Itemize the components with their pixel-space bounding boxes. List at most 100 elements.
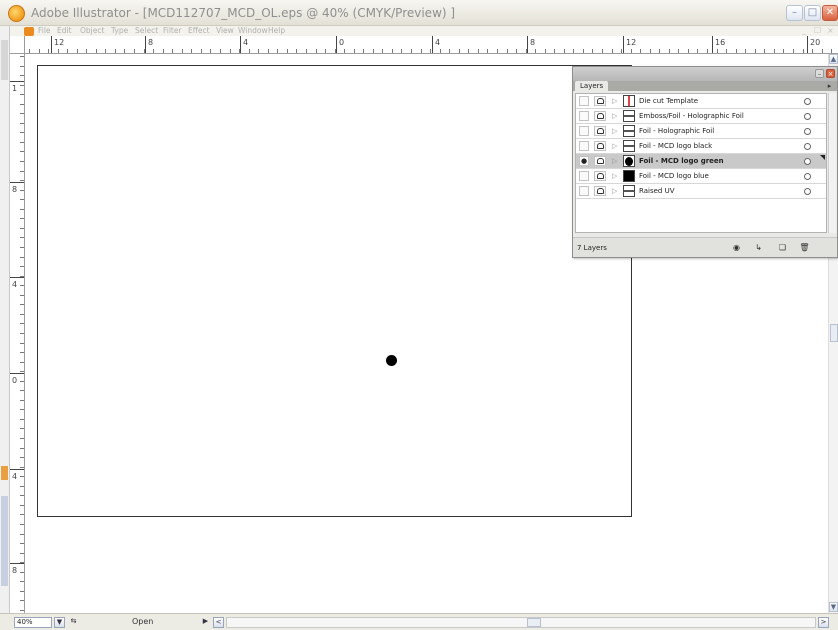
vertical-ruler[interactable]: 1 8 4 0 4 8 bbox=[10, 54, 25, 615]
scroll-left-button[interactable]: < bbox=[213, 617, 224, 628]
scroll-right-button[interactable]: > bbox=[818, 617, 829, 628]
layer-name: Foil - MCD logo green bbox=[639, 157, 724, 165]
artboard[interactable] bbox=[37, 65, 632, 517]
layer-row[interactable]: ▷ Foil - Holographic Foil bbox=[576, 124, 826, 139]
ruler-tick-label: 12 bbox=[626, 38, 637, 47]
visibility-eye-icon[interactable] bbox=[579, 171, 589, 181]
menu-edit[interactable]: Edit bbox=[57, 26, 72, 35]
layer-name: Raised UV bbox=[639, 187, 675, 195]
expand-arrow-icon[interactable]: ▷ bbox=[612, 187, 617, 195]
logo-artwork-dot[interactable] bbox=[386, 355, 397, 366]
lock-icon[interactable] bbox=[594, 171, 606, 181]
lock-icon[interactable] bbox=[594, 126, 606, 136]
visibility-eye-icon[interactable] bbox=[579, 186, 589, 196]
status-menu-button[interactable]: ▶ bbox=[200, 617, 211, 628]
layer-row[interactable]: ▷ Foil - MCD logo blue bbox=[576, 169, 826, 184]
panel-tab-row: Layers ▸ bbox=[573, 81, 837, 91]
close-button[interactable]: ✕ bbox=[822, 5, 838, 21]
layer-row[interactable]: ▷ Foil - MCD logo black bbox=[576, 139, 826, 154]
visibility-eye-icon[interactable] bbox=[579, 126, 589, 136]
target-circle-icon[interactable] bbox=[804, 173, 811, 180]
target-circle-icon[interactable] bbox=[804, 158, 811, 165]
visibility-eye-icon[interactable] bbox=[579, 111, 589, 121]
menu-window[interactable]: Window bbox=[238, 26, 268, 35]
horizontal-scrollbar[interactable] bbox=[226, 617, 816, 628]
layer-row[interactable]: ▷ Die cut Template bbox=[576, 94, 826, 109]
layer-row[interactable]: ▷ Emboss/Foil - Holographic Foil bbox=[576, 109, 826, 124]
doc-minimize-button[interactable]: _ bbox=[802, 26, 806, 35]
doc-close-button[interactable]: × bbox=[827, 26, 834, 35]
current-layer-indicator-icon bbox=[820, 155, 825, 160]
strip-highlight bbox=[1, 466, 8, 480]
lock-icon[interactable] bbox=[594, 111, 606, 121]
expand-arrow-icon[interactable]: ▷ bbox=[612, 172, 617, 180]
minimize-button[interactable]: – bbox=[786, 5, 803, 21]
lock-icon[interactable] bbox=[594, 156, 606, 166]
target-circle-icon[interactable] bbox=[804, 188, 811, 195]
layer-thumbnail bbox=[623, 140, 635, 152]
illustrator-app-icon[interactable] bbox=[8, 5, 25, 22]
expand-arrow-icon[interactable]: ▷ bbox=[612, 142, 617, 150]
target-circle-icon[interactable] bbox=[804, 143, 811, 150]
scroll-up-button[interactable]: ▲ bbox=[829, 54, 838, 64]
tab-layers[interactable]: Layers bbox=[575, 81, 609, 91]
menu-view[interactable]: View bbox=[216, 26, 234, 35]
menu-help[interactable]: Help bbox=[268, 26, 285, 35]
layer-thumbnail bbox=[623, 185, 635, 197]
lock-glyph bbox=[597, 113, 604, 119]
menu-type[interactable]: Type bbox=[111, 26, 128, 35]
panel-titlebar[interactable]: – × bbox=[573, 67, 837, 81]
lock-icon[interactable] bbox=[594, 186, 606, 196]
expand-arrow-icon[interactable]: ▷ bbox=[612, 112, 617, 120]
panel-close-icon[interactable]: × bbox=[826, 69, 835, 78]
layer-list: ▷ Die cut Template ▷ Emboss/Foil - Holograp… bbox=[575, 93, 827, 233]
target-circle-icon[interactable] bbox=[804, 128, 811, 135]
layer-thumbnail bbox=[623, 170, 635, 182]
layer-row[interactable]: ▷ Raised UV bbox=[576, 184, 826, 199]
lock-glyph bbox=[597, 188, 604, 194]
expand-arrow-icon[interactable]: ▷ bbox=[612, 97, 617, 105]
trash-icon[interactable]: 🗑 bbox=[799, 242, 810, 253]
create-sublayer-icon[interactable]: ↳ bbox=[753, 242, 764, 253]
expand-arrow-icon[interactable]: ▷ bbox=[612, 157, 617, 165]
hscroll-thumb[interactable] bbox=[527, 618, 541, 627]
ruler-tick-label: 16 bbox=[715, 38, 726, 47]
panel-minimize-icon[interactable]: – bbox=[815, 69, 824, 78]
menu-effect[interactable]: Effect bbox=[188, 26, 210, 35]
menu-file[interactable]: File bbox=[38, 26, 51, 35]
maximize-button[interactable]: □ bbox=[804, 5, 821, 21]
ruler-tick-label: 4 bbox=[243, 38, 249, 47]
menu-select[interactable]: Select bbox=[135, 26, 158, 35]
strip-swatch bbox=[1, 496, 8, 586]
zoom-dropdown-button[interactable]: ▼ bbox=[54, 617, 65, 628]
visibility-eye-icon[interactable] bbox=[579, 96, 589, 106]
doc-restore-button[interactable]: ☐ bbox=[814, 26, 821, 35]
menu-filter[interactable]: Filter bbox=[163, 26, 182, 35]
target-circle-icon[interactable] bbox=[804, 113, 811, 120]
document-icon[interactable] bbox=[24, 27, 34, 36]
layer-thumbnail bbox=[623, 125, 635, 137]
horizontal-ruler[interactable]: 12 8 4 0 4 8 12 16 20 bbox=[25, 36, 838, 54]
layer-thumbnail bbox=[623, 95, 635, 107]
make-clipping-mask-icon[interactable]: ◉ bbox=[731, 242, 742, 253]
version-cue-icon[interactable]: ⇆ bbox=[68, 617, 79, 628]
visibility-eye-icon[interactable] bbox=[579, 141, 589, 151]
menu-object[interactable]: Object bbox=[80, 26, 104, 35]
visibility-eye-icon[interactable]: ● bbox=[579, 156, 589, 166]
create-layer-icon[interactable]: ❏ bbox=[777, 242, 788, 253]
expand-arrow-icon[interactable]: ▷ bbox=[612, 127, 617, 135]
ruler-tick-label: 4 bbox=[12, 472, 18, 481]
panel-scrollbar[interactable] bbox=[828, 93, 836, 233]
lock-icon[interactable] bbox=[594, 141, 606, 151]
ruler-origin[interactable] bbox=[10, 36, 25, 54]
ruler-tick-label: 0 bbox=[339, 38, 345, 47]
ruler-tick-label: 1 bbox=[12, 84, 18, 93]
zoom-field[interactable]: 40% bbox=[14, 617, 52, 628]
ruler-tick-label: 8 bbox=[12, 185, 18, 194]
panel-menu-icon[interactable]: ▸ bbox=[825, 82, 834, 90]
scroll-down-button[interactable]: ▼ bbox=[829, 602, 838, 612]
layer-row[interactable]: ● ▷ Foil - MCD logo green bbox=[576, 154, 826, 169]
target-circle-icon[interactable] bbox=[804, 98, 811, 105]
lock-icon[interactable] bbox=[594, 96, 606, 106]
scroll-thumb[interactable] bbox=[830, 324, 838, 342]
